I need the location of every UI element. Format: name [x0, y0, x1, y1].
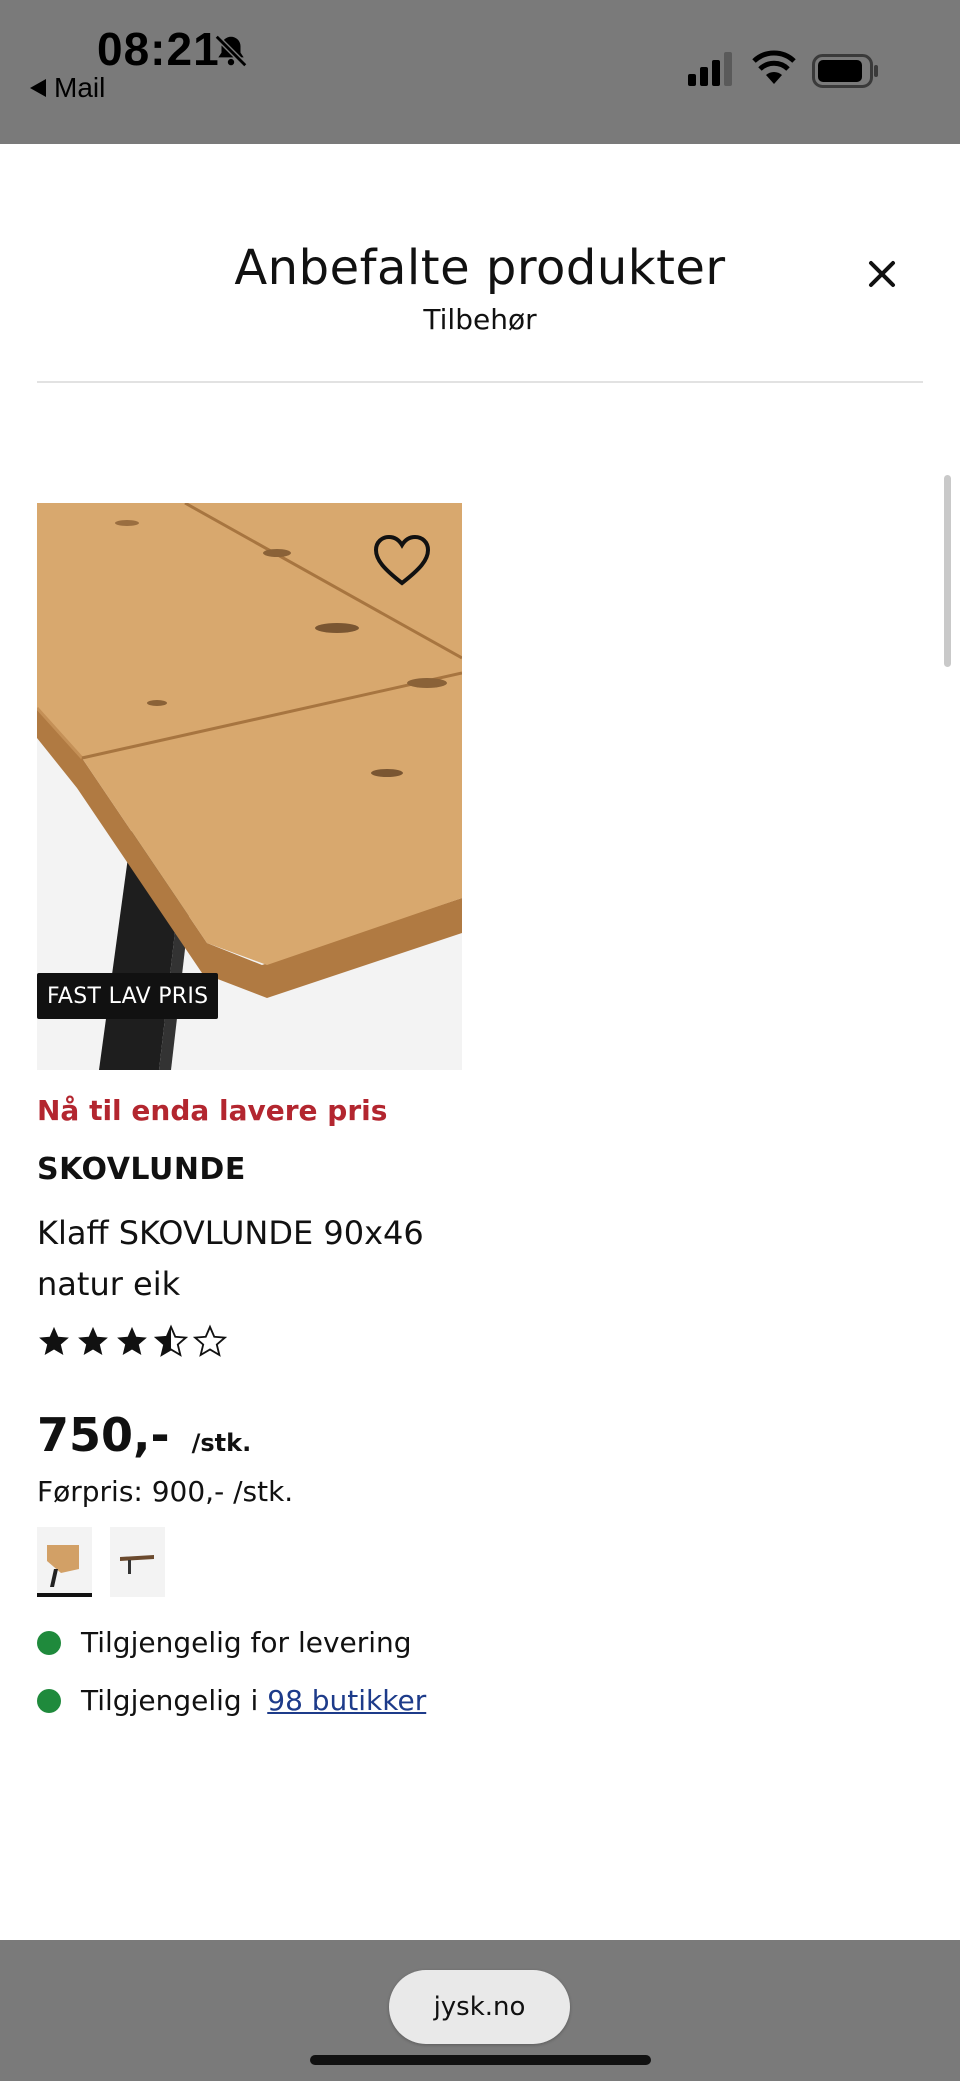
scrollbar[interactable] — [944, 475, 951, 667]
variant-table-thumbnail — [37, 1527, 92, 1597]
modal-title: Anbefalte produkter — [234, 240, 726, 296]
star-rating — [37, 1324, 227, 1358]
availability-text: Tilgjengelig for levering — [81, 1626, 412, 1659]
availability-delivery: Tilgjengelig for levering — [37, 1626, 412, 1659]
bell-slash-icon — [214, 34, 248, 68]
availability-store: Tilgjengelig i 98 butikker — [37, 1684, 426, 1717]
promo-text: Nå til enda lavere pris — [37, 1094, 388, 1127]
available-dot-icon — [37, 1688, 61, 1713]
home-indicator[interactable] — [310, 2055, 651, 2065]
back-to-mail-button[interactable]: Mail — [30, 72, 105, 104]
browser-bottom-bar: jysk.no — [0, 1940, 960, 2081]
star-full-icon — [117, 1326, 147, 1356]
modal-subtitle: Tilbehør — [423, 303, 537, 336]
star-empty-icon — [193, 1324, 227, 1357]
close-button[interactable] — [860, 252, 904, 296]
price-row: 750,- /stk. — [37, 1408, 251, 1462]
availability-text: Tilgjengelig i — [81, 1684, 268, 1717]
status-bar: 08:21 Mail — [0, 0, 960, 144]
product-image[interactable]: FAST LAV PRIS — [37, 503, 462, 1070]
battery-icon — [812, 54, 878, 88]
stores-link[interactable]: 98 butikker — [267, 1684, 426, 1717]
star-full-icon — [39, 1326, 69, 1356]
close-icon — [869, 261, 895, 287]
status-time: 08:21 — [97, 23, 220, 75]
variant-thumbnail[interactable] — [110, 1527, 165, 1597]
back-label: Mail — [54, 72, 106, 103]
price-badge: FAST LAV PRIS — [37, 973, 219, 1019]
url-pill[interactable]: jysk.no — [389, 1970, 570, 2044]
header-divider — [37, 381, 923, 383]
price: 750,- — [37, 1408, 170, 1462]
product-brand: SKOVLUNDE — [37, 1152, 246, 1187]
back-triangle-icon — [30, 79, 46, 97]
star-full-icon — [78, 1326, 108, 1356]
variant-table-thumbnail — [110, 1527, 165, 1597]
product-name[interactable]: Klaff SKOVLUNDE 90x46 natur eik — [37, 1208, 457, 1310]
variant-thumbnail[interactable] — [37, 1527, 92, 1597]
selected-variant-indicator — [37, 1593, 92, 1597]
star-half-icon — [154, 1324, 188, 1357]
old-price: Førpris: 900,- /stk. — [37, 1475, 294, 1508]
signal-icon — [688, 52, 732, 86]
price-unit: /stk. — [191, 1429, 252, 1457]
wifi-icon — [752, 50, 796, 84]
heart-icon[interactable] — [372, 533, 432, 589]
available-dot-icon — [37, 1630, 61, 1655]
